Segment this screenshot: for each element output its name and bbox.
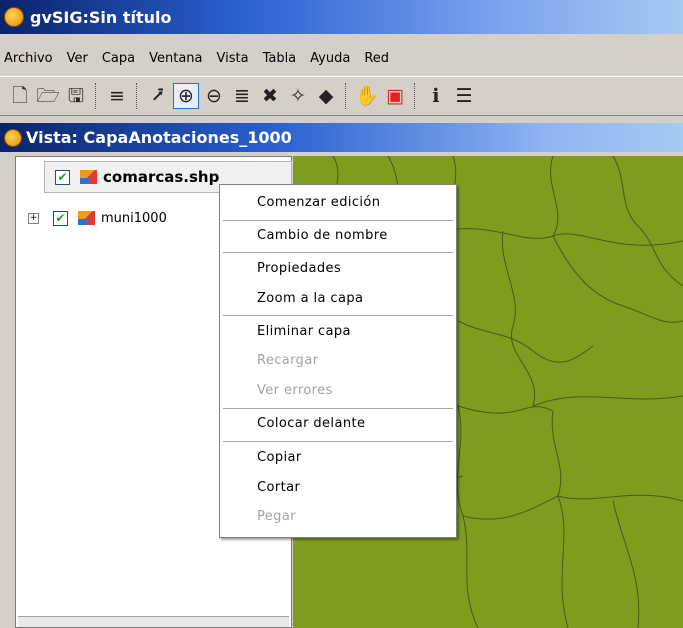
menu-item-start-editing[interactable]: Comenzar edición [257, 195, 380, 210]
zoom-full-icon[interactable]: ✖ [257, 83, 283, 109]
menu-item-reload: Recargar [257, 353, 319, 368]
toolbar-separator [136, 83, 139, 109]
toolbar-separator [414, 83, 417, 109]
app-title: gvSIG:Sin título [30, 7, 172, 27]
layer-row-muni1000[interactable]: + ✔ muni1000 [16, 207, 167, 229]
menu-separator [223, 220, 453, 221]
gvsig-logo-icon [4, 7, 24, 27]
layer-name: muni1000 [101, 210, 167, 226]
toolbar: 🗋 🗁 🖫 ≡ ⭷ ⊕ ⊖ ≣ ✖ ✧ ◆ ✋ ▣ ℹ ☰ [0, 76, 683, 116]
layer-overlap-icon[interactable]: ▣ [382, 83, 408, 109]
toolbar-separator [95, 83, 98, 109]
menu-vista[interactable]: Vista [210, 51, 256, 66]
pan-hand-icon[interactable]: ✋ [354, 83, 380, 109]
menu-tabla[interactable]: Tabla [256, 51, 304, 66]
menu-separator [223, 441, 453, 442]
menu-item-paste: Pegar [257, 509, 296, 524]
zoom-in-icon[interactable]: ⊕ [173, 83, 199, 109]
menu-item-view-errors: Ver errores [257, 383, 333, 398]
menu-item-delete-layer[interactable]: Eliminar capa [257, 324, 351, 339]
layer-name: comarcas.shp [103, 168, 220, 186]
menu-red[interactable]: Red [357, 51, 396, 66]
info-icon[interactable]: ℹ [423, 83, 449, 109]
open-folder-icon[interactable]: 🗁 [35, 83, 61, 109]
menu-ventana[interactable]: Ventana [142, 51, 209, 66]
pan-eye-icon[interactable]: ◆ [313, 83, 339, 109]
menu-capa[interactable]: Capa [95, 51, 142, 66]
toc-horizontal-scrollbar[interactable] [18, 616, 289, 627]
gvsig-view-icon [4, 128, 22, 147]
menu-item-cut[interactable]: Cortar [257, 480, 300, 495]
menubar: Archivo Ver Capa Ventana Vista Tabla Ayu… [0, 46, 683, 70]
vector-layer-icon [78, 211, 95, 225]
view-title-bar: Vista: CapaAnotaciones_1000 [0, 123, 683, 152]
layers-icon[interactable]: ≡ [104, 83, 130, 109]
menu-item-rename[interactable]: Cambio de nombre [257, 228, 388, 243]
vector-layer-icon [80, 170, 97, 184]
zoom-extent-icon[interactable]: ✧ [285, 83, 311, 109]
menu-item-properties[interactable]: Propiedades [257, 261, 341, 276]
menu-separator [223, 408, 453, 409]
menu-ayuda[interactable]: Ayuda [303, 51, 357, 66]
menu-item-zoom-to-layer[interactable]: Zoom a la capa [257, 291, 363, 306]
menu-archivo[interactable]: Archivo [0, 51, 60, 66]
menu-ver[interactable]: Ver [60, 51, 95, 66]
layer-context-menu: Comenzar edición Cambio de nombre Propie… [219, 184, 457, 538]
toolbar-separator [345, 83, 348, 109]
save-disk-icon[interactable]: 🖫 [63, 83, 89, 109]
view-title: Vista: CapaAnotaciones_1000 [26, 128, 292, 147]
layer-visibility-checkbox[interactable]: ✔ [55, 169, 70, 185]
measure-icon[interactable]: ☰ [451, 83, 477, 109]
zoom-select-icon[interactable]: ⭷ [145, 83, 171, 109]
menu-item-bring-to-front[interactable]: Colocar delante [257, 416, 365, 431]
new-file-icon[interactable]: 🗋 [7, 83, 33, 109]
menu-separator [223, 252, 453, 253]
zoom-layers-icon[interactable]: ≣ [229, 83, 255, 109]
app-title-bar: gvSIG:Sin título [0, 0, 683, 34]
menu-separator [223, 315, 453, 316]
menu-item-copy[interactable]: Copiar [257, 450, 302, 465]
layer-visibility-checkbox[interactable]: ✔ [53, 210, 68, 226]
zoom-out-icon[interactable]: ⊖ [201, 83, 227, 109]
expand-icon[interactable]: + [28, 212, 39, 224]
